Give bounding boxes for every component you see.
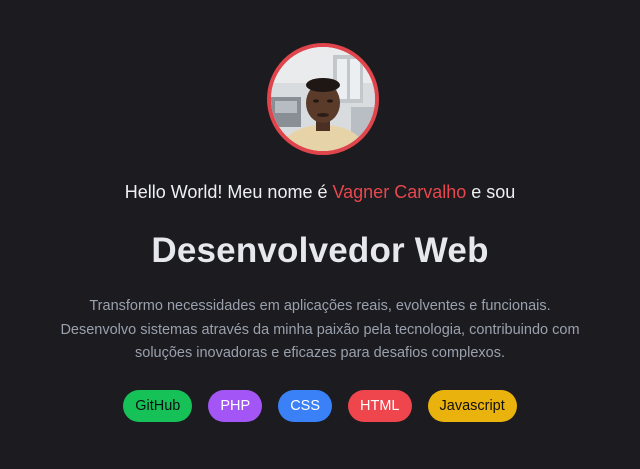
skill-badges: GitHub PHP CSS HTML Javascript [0, 390, 640, 422]
badge-html[interactable]: HTML [348, 390, 412, 422]
badge-javascript[interactable]: Javascript [427, 390, 517, 422]
role-title: Desenvolvedor Web [151, 231, 489, 270]
avatar [267, 43, 379, 155]
greeting-prefix: Hello World! Meu nome é [124, 182, 333, 202]
description-line: Desenvolvo sistemas através da minha pai… [60, 321, 580, 338]
badge-css[interactable]: CSS [278, 390, 333, 422]
greeting-suffix: e sou [466, 182, 516, 202]
greeting-line: Hello World! Meu nome é Vagner Carvalho … [0, 181, 640, 203]
portfolio-hero: Hello World! Meu nome é Vagner Carvalho … [0, 0, 640, 469]
description-line: soluções inovadoras e eficazes para desa… [135, 345, 505, 361]
description: Transformo necessidades em aplicações re… [0, 295, 640, 366]
badge-github[interactable]: GitHub [123, 390, 193, 422]
description-line: Transformo necessidades em aplicações re… [89, 298, 551, 314]
badge-php[interactable]: PHP [208, 390, 263, 422]
profile-photo [271, 47, 375, 151]
developer-name: Vagner Carvalho [332, 182, 467, 202]
